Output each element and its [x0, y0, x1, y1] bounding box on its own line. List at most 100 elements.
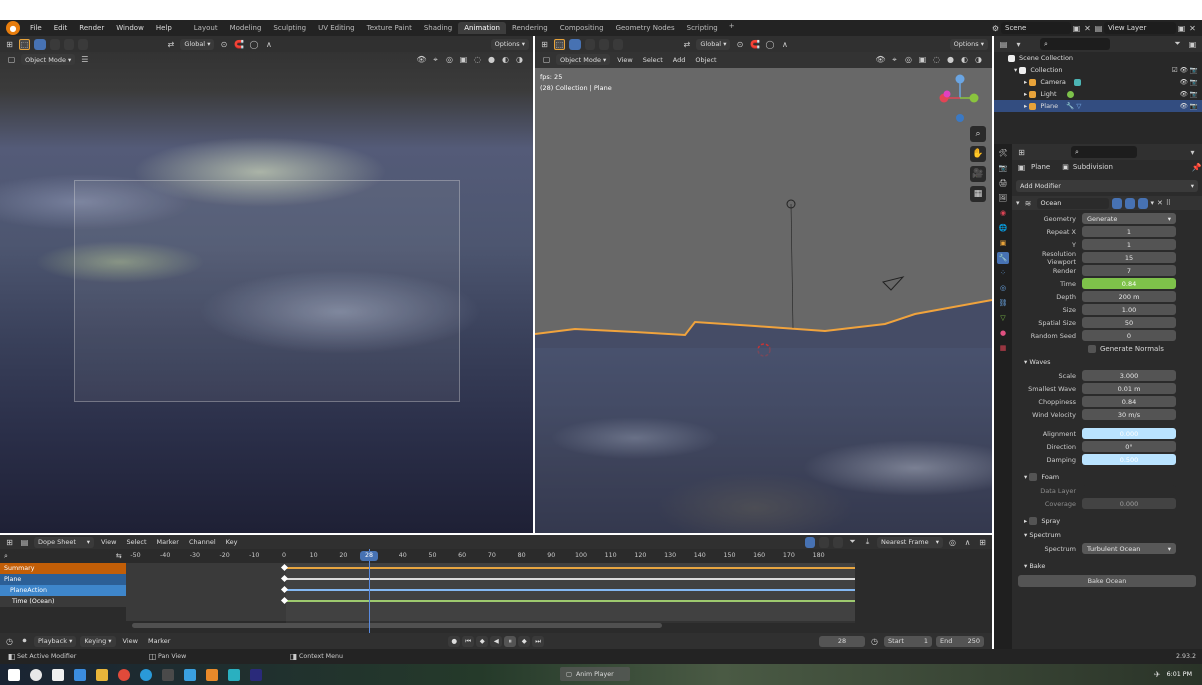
wave_fields2-value-field[interactable]: 0.500 — [1082, 454, 1176, 465]
visibility-icons[interactable]: 👁 📷 — [1180, 102, 1198, 110]
viewport-toggle-icon[interactable] — [1124, 197, 1135, 209]
select-mode-2-icon[interactable] — [585, 38, 595, 50]
render-tab-icon[interactable]: 📷 — [997, 162, 1009, 174]
clock[interactable]: 6:01 PM — [1167, 671, 1192, 678]
fields-value-field[interactable]: 1 — [1082, 226, 1176, 237]
task-view-icon[interactable] — [52, 668, 64, 681]
blender-taskbar-icon[interactable] — [206, 668, 218, 681]
add-workspace-icon[interactable]: + — [724, 22, 740, 34]
outliner-collection[interactable]: ▾ Collection ☑ 👁 📷 — [994, 64, 1202, 76]
editor-type-icon[interactable]: ▤ — [998, 39, 1009, 50]
show-hidden-icon[interactable] — [819, 536, 829, 548]
outliner-item-light[interactable]: ▸ Light 👁 📷 — [994, 88, 1202, 100]
data-tab-icon[interactable]: ▽ — [997, 312, 1009, 324]
bake-ocean-button[interactable]: Bake Ocean — [1018, 575, 1196, 587]
search-icon[interactable]: ⌕ — [4, 552, 8, 561]
app-icon[interactable] — [228, 668, 240, 681]
play-reverse-icon[interactable]: ◀ — [490, 635, 503, 647]
display-mode-icon[interactable]: ▾ — [1013, 39, 1024, 50]
options-dropdown[interactable]: Options ▾ — [490, 38, 530, 50]
falloff-icon[interactable]: ∧ — [779, 39, 790, 50]
foam-section[interactable]: ▾ Foam — [1012, 470, 1202, 484]
right-viewport[interactable]: ▢ Object Mode ▾ View Select Add Object 👁… — [535, 52, 992, 533]
gizmo-icon[interactable]: ⌖ — [430, 54, 441, 65]
xray-icon[interactable]: ▣ — [458, 54, 469, 65]
fields-value-field[interactable]: 1.00 — [1082, 304, 1176, 315]
fields-value-field[interactable]: 15 — [1082, 252, 1176, 263]
collapse-icon[interactable]: ▾ — [1016, 199, 1020, 207]
menu-view[interactable]: View — [120, 637, 141, 645]
dropdown-icon[interactable]: ▾ — [1151, 199, 1155, 207]
editor-type-icon[interactable]: ⊞ — [4, 39, 15, 50]
zoom-icon[interactable]: ⌕ — [970, 126, 986, 142]
editor-type-icon[interactable]: ◷ — [4, 636, 15, 647]
select-tool-icon[interactable]: ⬚ — [19, 38, 30, 50]
search-icon[interactable] — [30, 668, 42, 681]
view-layer-tab-icon[interactable]: 🖼 — [997, 192, 1009, 204]
spray-section[interactable]: ▸ Spray — [1012, 514, 1202, 528]
outliner-item-camera[interactable]: ▸ Camera 👁 📷 — [994, 76, 1202, 88]
solid-shading-icon[interactable]: ● — [486, 54, 497, 65]
overlay-icon[interactable]: ◎ — [903, 54, 914, 65]
texture-tab-icon[interactable]: ▦ — [997, 342, 1009, 354]
transform-orientation-dropdown[interactable]: Global ▾ — [180, 38, 215, 50]
menu-view[interactable]: View — [98, 538, 119, 546]
menu-add[interactable]: Add — [670, 56, 689, 64]
foam_fields-value-field[interactable]: 0.000 — [1082, 498, 1176, 509]
menu-object[interactable]: Object — [692, 56, 719, 64]
next-keyframe-icon[interactable]: ◆ — [518, 635, 531, 647]
dopesheet-mode-dropdown[interactable]: Dope Sheet ▾ — [34, 536, 94, 548]
select-mode-2-icon[interactable] — [50, 38, 60, 50]
overlay-icon[interactable]: ◎ — [444, 54, 455, 65]
proportional-icon[interactable]: ◎ — [947, 537, 958, 548]
snap-icon[interactable]: 🧲 — [233, 39, 244, 50]
menu-marker[interactable]: Marker — [154, 538, 182, 546]
start-frame-field[interactable]: Start 1 — [884, 635, 933, 647]
terminal-icon[interactable] — [162, 668, 174, 681]
xray-icon[interactable]: ▣ — [917, 54, 928, 65]
proportional-icon[interactable]: ◯ — [248, 39, 259, 50]
menu-marker[interactable]: Marker — [145, 637, 173, 645]
object-tab-icon[interactable]: ▣ — [997, 237, 1009, 249]
wireframe-shading-icon[interactable]: ◌ — [931, 54, 942, 65]
tab-modeling[interactable]: Modeling — [224, 22, 268, 34]
tab-shading[interactable]: Shading — [418, 22, 458, 34]
folder-icon[interactable] — [96, 668, 108, 681]
add-modifier-dropdown[interactable]: Add Modifier ▾ — [1016, 180, 1198, 192]
tab-uv-editing[interactable]: UV Editing — [312, 22, 361, 34]
view-layer-icon[interactable]: ▤ — [1093, 23, 1104, 34]
fields-value-field[interactable]: 200 m — [1082, 291, 1176, 302]
object-mode-dropdown[interactable]: Object Mode ▾ — [21, 54, 76, 65]
only-errors-icon[interactable] — [833, 536, 843, 548]
snapping-dropdown[interactable]: Nearest Frame ▾ — [877, 536, 943, 548]
snap-icon[interactable]: 🧲 — [749, 39, 760, 50]
outliner-item-plane[interactable]: ▸ Plane 🔧 ▽ 👁 📷 — [994, 100, 1202, 112]
wave_fields2-value-field[interactable]: 0.000 — [1082, 428, 1176, 439]
channel-search-input[interactable] — [11, 550, 112, 562]
left-viewport[interactable]: ▢ Object Mode ▾ ☰ 👁 ⌖ ◎ ▣ ◌ ● ◐ ◑ — [0, 52, 533, 533]
chrome-icon[interactable] — [118, 668, 130, 681]
material-shading-icon[interactable]: ◐ — [959, 54, 970, 65]
visibility-icons[interactable]: 👁 📷 — [1180, 90, 1198, 98]
store-icon[interactable] — [184, 668, 196, 681]
wave_fields-value-field[interactable]: 3.000 — [1082, 370, 1176, 381]
render-toggle-icon[interactable] — [1137, 197, 1148, 209]
tool-tab-icon[interactable]: 🛠 — [997, 147, 1009, 159]
tab-scripting[interactable]: Scripting — [681, 22, 724, 34]
collapse-all-icon[interactable]: ⇆ — [116, 552, 122, 560]
camera-object[interactable] — [882, 276, 905, 291]
delete-scene-icon[interactable]: ✕ — [1082, 23, 1093, 34]
new-scene-icon[interactable]: ▣ — [1071, 23, 1082, 34]
particles-tab-icon[interactable]: ⁘ — [997, 267, 1009, 279]
navigation-gizmo[interactable] — [937, 74, 983, 124]
menu-file[interactable]: File — [24, 24, 48, 32]
keying-menu[interactable]: Keying ▾ — [80, 635, 116, 647]
physics-tab-icon[interactable]: ◎ — [997, 282, 1009, 294]
scene-icon[interactable]: ⚙ — [990, 23, 1001, 34]
channel-row[interactable]: Summary — [0, 563, 126, 574]
pivot-icon[interactable]: ⊙ — [218, 39, 229, 50]
spray-checkbox[interactable] — [1029, 517, 1038, 525]
playhead-frame[interactable]: 28 — [360, 551, 378, 561]
tab-animation[interactable]: Animation — [458, 22, 506, 34]
solid-shading-icon[interactable]: ● — [945, 54, 956, 65]
